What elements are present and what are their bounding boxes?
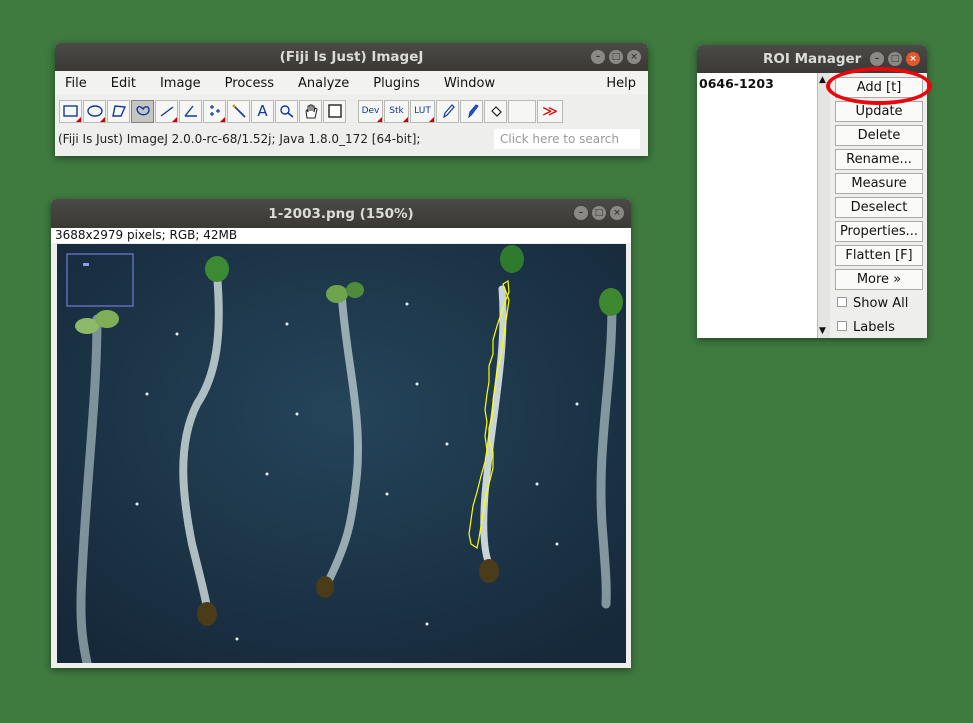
maximize-button[interactable]: □ <box>609 50 623 64</box>
dropper-tool-icon[interactable] <box>323 99 346 123</box>
menu-help[interactable]: Help <box>606 76 636 91</box>
pencil-tool-icon[interactable] <box>436 99 459 123</box>
image-title: 1-2003.png (150%) <box>268 205 414 222</box>
image-titlebar[interactable]: 1-2003.png (150%) – □ × <box>51 199 631 228</box>
measure-button[interactable]: Measure <box>835 173 923 194</box>
add-button[interactable]: Add [t] <box>835 77 923 98</box>
image-close-button[interactable]: × <box>610 206 624 220</box>
roi-titlebar[interactable]: ROI Manager – □ × <box>697 45 927 73</box>
oval-tool-icon[interactable] <box>83 99 106 123</box>
close-button[interactable]: × <box>627 50 641 64</box>
status-text: (Fiji Is Just) ImageJ 2.0.0-rc-68/1.52j;… <box>58 132 421 146</box>
polygon-tool-icon[interactable] <box>107 99 130 123</box>
flatten-button[interactable]: Flatten [F] <box>835 245 923 266</box>
menu-file[interactable]: File <box>65 76 87 91</box>
roi-manager-window: ROI Manager – □ × 0646-1203 ▲ ▼ Add [t] … <box>697 45 927 338</box>
checkbox-icon <box>837 297 847 307</box>
menu-edit[interactable]: Edit <box>111 76 136 91</box>
line-tool-icon[interactable] <box>155 99 178 123</box>
roi-buttons: Add [t] Update Delete Rename... Measure … <box>835 77 923 338</box>
minimize-button[interactable]: – <box>591 50 605 64</box>
imagej-title: (Fiji Is Just) ImageJ <box>279 49 424 65</box>
roi-list[interactable]: 0646-1203 ▲ ▼ <box>697 73 830 338</box>
imagej-main-window: (Fiji Is Just) ImageJ – □ × File Edit Im… <box>55 43 648 156</box>
stk-menu-button[interactable]: Stk <box>384 99 409 123</box>
status-bar: (Fiji Is Just) ImageJ 2.0.0-rc-68/1.52j;… <box>55 127 648 151</box>
image-info: 3688x2979 pixels; RGB; 42MB <box>51 228 631 243</box>
image-window: 1-2003.png (150%) – □ × 3688x2979 pixels… <box>51 199 631 668</box>
scroll-down-icon[interactable]: ▼ <box>819 326 826 336</box>
brush-tool-icon[interactable] <box>460 99 483 123</box>
flood-fill-tool-icon[interactable] <box>484 99 507 123</box>
more-tools-button[interactable]: ≫ <box>537 99 563 123</box>
dev-menu-button[interactable]: Dev <box>358 99 383 123</box>
menu-analyze[interactable]: Analyze <box>298 76 349 91</box>
empty-tool-slot <box>508 99 536 123</box>
menu-process[interactable]: Process <box>225 76 274 91</box>
delete-button[interactable]: Delete <box>835 125 923 146</box>
imagej-titlebar[interactable]: (Fiji Is Just) ImageJ – □ × <box>55 43 648 71</box>
rename-button[interactable]: Rename... <box>835 149 923 170</box>
roi-title: ROI Manager <box>763 51 862 67</box>
properties-button[interactable]: Properties... <box>835 221 923 242</box>
wand-tool-icon[interactable] <box>227 99 250 123</box>
roi-close-button[interactable]: × <box>906 52 920 66</box>
show-all-checkbox[interactable]: Show All <box>835 293 923 314</box>
roi-list-item[interactable]: 0646-1203 <box>697 73 829 94</box>
menu-image[interactable]: Image <box>160 76 201 91</box>
labels-checkbox[interactable]: Labels <box>835 317 923 338</box>
update-button[interactable]: Update <box>835 101 923 122</box>
image-canvas[interactable] <box>57 244 626 663</box>
magnifier-tool-icon[interactable] <box>275 99 298 123</box>
angle-tool-icon[interactable] <box>179 99 202 123</box>
deselect-button[interactable]: Deselect <box>835 197 923 218</box>
checkbox-icon <box>837 321 847 331</box>
roi-maximize-button[interactable]: □ <box>888 52 902 66</box>
image-maximize-button[interactable]: □ <box>592 206 606 220</box>
more-button[interactable]: More » <box>835 269 923 290</box>
toolbar: A Dev Stk LUT ≫ <box>55 95 648 127</box>
roi-list-scrollbar[interactable]: ▲ ▼ <box>817 73 830 338</box>
image-minimize-button[interactable]: – <box>574 206 588 220</box>
lut-menu-button[interactable]: LUT <box>410 99 435 123</box>
text-tool-icon[interactable]: A <box>251 99 274 123</box>
hand-tool-icon[interactable] <box>299 99 322 123</box>
search-field[interactable]: Click here to search <box>494 129 640 149</box>
menu-window[interactable]: Window <box>444 76 495 91</box>
menubar: File Edit Image Process Analyze Plugins … <box>55 71 648 95</box>
multipoint-tool-icon[interactable] <box>203 99 226 123</box>
rectangle-tool-icon[interactable] <box>59 99 82 123</box>
roi-minimize-button[interactable]: – <box>870 52 884 66</box>
menu-plugins[interactable]: Plugins <box>373 76 420 91</box>
scroll-up-icon[interactable]: ▲ <box>819 75 826 85</box>
freehand-tool-icon[interactable] <box>131 99 154 123</box>
